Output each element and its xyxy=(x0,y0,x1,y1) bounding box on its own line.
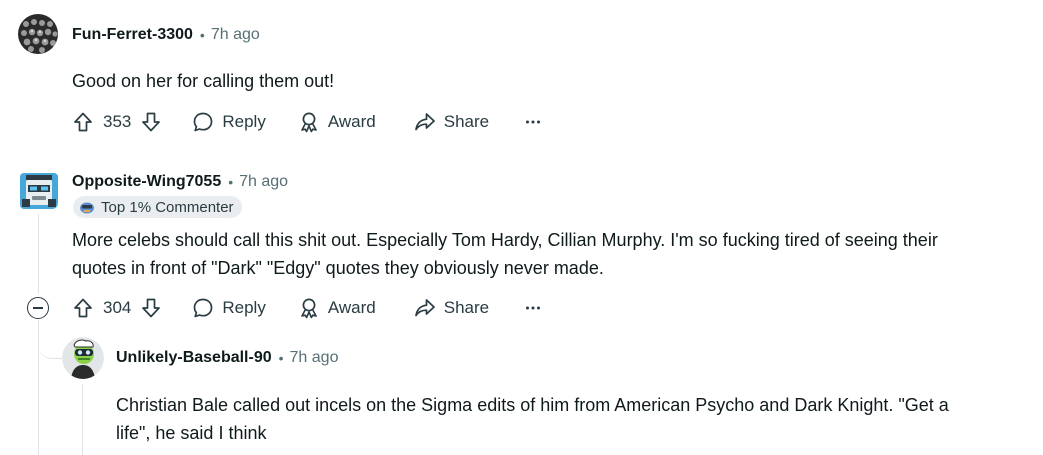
award-label: Award xyxy=(327,298,376,317)
reply-button[interactable]: Reply xyxy=(192,111,266,133)
share-icon xyxy=(414,299,435,317)
award-icon xyxy=(301,298,317,319)
reply-label: Reply xyxy=(222,298,266,317)
comment-text-line: quotes in front of "Dark" "Edgy" quotes … xyxy=(72,258,604,278)
comment-text-line: Christian Bale called out incels on the … xyxy=(116,395,949,415)
comment-text-line: More celebs should call this shit out. E… xyxy=(72,230,938,250)
thread-line[interactable] xyxy=(82,384,83,455)
comment-meta: Unlikely-Baseball-90 • 7h ago xyxy=(116,347,338,369)
separator-dot: • xyxy=(228,174,234,190)
avatar-unlikely-baseball[interactable] xyxy=(62,337,104,379)
timestamp[interactable]: 7h ago xyxy=(290,349,339,367)
comment-actions: 353 Reply Award Share xyxy=(72,106,541,138)
share-label: Share xyxy=(443,298,490,317)
separator-dot: • xyxy=(278,350,284,366)
username[interactable]: Unlikely-Baseball-90 xyxy=(116,349,272,367)
more-options-button[interactable] xyxy=(525,305,541,311)
more-icon xyxy=(526,120,541,124)
award-label: Award xyxy=(327,112,376,131)
username[interactable]: Opposite-Wing7055 xyxy=(72,173,221,191)
thread-line[interactable] xyxy=(38,214,39,294)
share-label: Share xyxy=(443,112,490,131)
vote-score: 353 xyxy=(103,112,132,131)
comment-body: Good on her for calling them out! xyxy=(72,67,334,95)
downvote-icon xyxy=(142,298,161,318)
share-icon xyxy=(414,113,435,131)
award-button[interactable]: Award xyxy=(298,297,376,319)
user-flair: Top 1% Commenter xyxy=(73,196,242,218)
comment-meta: Fun-Ferret-3300 • 7h ago xyxy=(72,24,260,46)
comment-text-line: Good on her for calling them out! xyxy=(72,71,335,91)
share-button[interactable]: Share xyxy=(414,297,489,319)
reply-icon xyxy=(194,112,213,132)
comment-body: Christian Bale called out incels on the … xyxy=(116,391,1036,447)
comment-actions: 304 Reply Award Share xyxy=(72,292,541,324)
username[interactable]: Fun-Ferret-3300 xyxy=(72,26,193,44)
timestamp[interactable]: 7h ago xyxy=(211,26,260,44)
avatar-fun-ferret[interactable] xyxy=(18,14,58,54)
flair-label: Top 1% Commenter xyxy=(101,198,234,216)
commenter-badge-icon xyxy=(79,200,95,214)
comment-meta: Opposite-Wing7055 • 7h ago xyxy=(72,171,288,193)
award-icon xyxy=(301,112,317,133)
award-button[interactable]: Award xyxy=(298,111,376,133)
upvote-button[interactable] xyxy=(72,297,94,319)
downvote-icon xyxy=(142,112,161,132)
reply-button[interactable]: Reply xyxy=(192,297,266,319)
vote-score: 304 xyxy=(103,298,132,317)
comment-body: More celebs should call this shit out. E… xyxy=(72,226,1032,282)
separator-dot: • xyxy=(199,27,205,43)
timestamp[interactable]: 7h ago xyxy=(239,173,288,191)
upvote-icon xyxy=(74,298,92,318)
more-icon xyxy=(526,306,541,310)
reply-label: Reply xyxy=(222,112,266,131)
reply-connector xyxy=(38,330,62,359)
downvote-button[interactable] xyxy=(140,297,162,319)
reply-icon xyxy=(194,298,213,318)
more-options-button[interactable] xyxy=(525,119,541,125)
avatar-opposite-wing[interactable] xyxy=(18,169,58,209)
share-button[interactable]: Share xyxy=(414,111,489,133)
upvote-icon xyxy=(74,112,92,132)
upvote-button[interactable] xyxy=(72,111,94,133)
collapse-thread-button[interactable] xyxy=(27,297,49,319)
downvote-button[interactable] xyxy=(140,111,162,133)
comment-text-line: life", he said I think xyxy=(116,423,267,443)
